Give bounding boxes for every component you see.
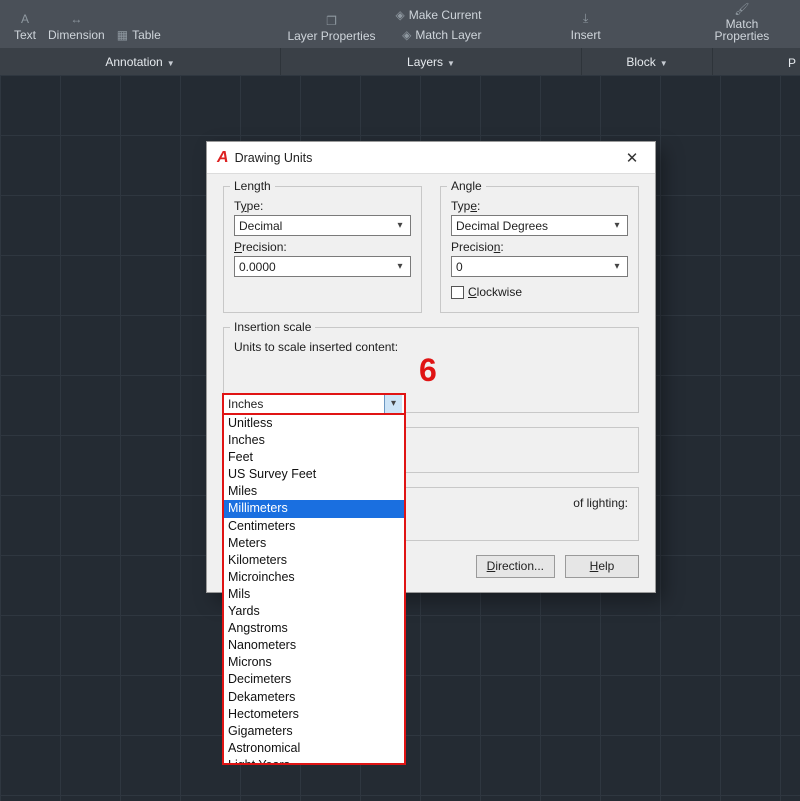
text-icon: A <box>21 12 29 26</box>
chevron-down-icon: ▼ <box>447 59 455 68</box>
ribbon-tool-table[interactable]: ▦ Table <box>111 26 167 44</box>
angle-precision-combo[interactable]: 0 ▾ <box>451 256 628 277</box>
insertion-units-option[interactable]: Light Years <box>224 757 404 765</box>
layers-icon: ❐ <box>326 14 337 28</box>
insertion-units-option[interactable]: Mils <box>224 586 404 603</box>
angle-legend: Angle <box>447 179 486 193</box>
length-precision-label: Precision: <box>234 240 411 254</box>
direction-button[interactable]: Direction... <box>476 555 555 578</box>
chevron-down-icon: ▾ <box>609 261 625 272</box>
dimension-icon: ↔ <box>70 12 82 26</box>
ribbon-tool-match-layer[interactable]: ◈ Match Layer <box>390 26 488 44</box>
insertion-units-option[interactable]: Miles <box>224 483 404 500</box>
match-layer-icon: ◈ <box>402 28 411 42</box>
checkbox-icon <box>451 286 464 299</box>
insertion-units-option[interactable]: Decimeters <box>224 671 404 688</box>
angle-type-combo[interactable]: Decimal Degrees ▾ <box>451 215 628 236</box>
ribbon-tool-text[interactable]: A Text <box>8 12 42 44</box>
insertion-units-option[interactable]: Feet <box>224 449 404 466</box>
insertion-units-option[interactable]: Microns <box>224 654 404 671</box>
ribbon-tool-layer-properties[interactable]: ❐ Layer Properties <box>281 14 381 44</box>
ribbon-toolbar: A Text ↔ Dimension ▦ Table ❐ Layer Prope… <box>0 0 800 48</box>
help-button[interactable]: Help <box>565 555 639 578</box>
ribbon-group-layers[interactable]: Layers▼ <box>281 55 581 69</box>
autocad-logo-icon: A <box>217 149 229 167</box>
angle-precision-label: Precision: <box>451 240 628 254</box>
ribbon-group-block[interactable]: Block▼ <box>582 55 712 69</box>
length-fieldset: Length Type: Decimal ▾ Precision: 0.0000… <box>223 186 422 313</box>
ribbon-group-labels: Annotation▼ Layers▼ Block▼ <box>0 48 800 75</box>
clockwise-checkbox[interactable]: Clockwise <box>451 285 522 299</box>
angle-type-label: Type: <box>451 199 628 213</box>
chevron-down-icon: ▼ <box>167 59 175 68</box>
insertion-units-option[interactable]: Meters <box>224 535 404 552</box>
insertion-units-combo[interactable]: Inches ▾ <box>222 393 406 415</box>
chevron-down-icon: ▾ <box>392 220 408 231</box>
dialog-titlebar[interactable]: A Drawing Units ✕ <box>207 142 655 174</box>
insertion-units-option[interactable]: Angstroms <box>224 620 404 637</box>
insertion-units-option[interactable]: Yards <box>224 603 404 620</box>
insertion-units-option[interactable]: Centimeters <box>224 518 404 535</box>
step-annotation-6: 6 <box>419 352 437 389</box>
insertion-units-option[interactable]: Unitless <box>224 415 404 432</box>
chevron-down-icon: ▾ <box>384 395 402 413</box>
ribbon-tool-match-properties[interactable]: 🖌 Match Properties <box>692 2 792 44</box>
chevron-down-icon: ▾ <box>609 220 625 231</box>
insertion-units-option[interactable]: Nanometers <box>224 637 404 654</box>
ribbon-group-annotation[interactable]: Annotation▼ <box>0 55 280 69</box>
insert-icon: ⤓ <box>583 11 588 26</box>
ribbon-tool-insert[interactable]: ⤓ Insert <box>565 11 607 44</box>
insertion-units-option[interactable]: US Survey Feet <box>224 466 404 483</box>
make-current-icon: ◈ <box>396 8 405 22</box>
match-props-icon: 🖌 <box>734 2 749 16</box>
ribbon-group-partial-right: P <box>784 52 800 74</box>
insertion-units-option[interactable]: Astronomical <box>224 740 404 757</box>
close-button[interactable]: ✕ <box>617 149 647 167</box>
chevron-down-icon: ▼ <box>660 59 668 68</box>
insertion-units-option[interactable]: Gigameters <box>224 723 404 740</box>
insertion-units-option[interactable]: Dekameters <box>224 689 404 706</box>
insertion-units-option[interactable]: Inches <box>224 432 404 449</box>
insertion-scale-legend: Insertion scale <box>230 320 315 334</box>
length-type-label: Type: <box>234 199 411 213</box>
length-precision-combo[interactable]: 0.0000 ▾ <box>234 256 411 277</box>
separator <box>712 48 713 75</box>
ribbon-tool-make-current[interactable]: ◈ Make Current <box>390 6 488 24</box>
angle-fieldset: Angle Type: Decimal Degrees ▾ Precision:… <box>440 186 639 313</box>
ribbon-tool-dimension[interactable]: ↔ Dimension <box>42 12 111 44</box>
insertion-units-dropdown-list[interactable]: UnitlessInchesFeetUS Survey FeetMilesMil… <box>222 415 406 765</box>
insertion-units-option[interactable]: Kilometers <box>224 552 404 569</box>
lighting-label-fragment: of lighting: <box>573 496 628 510</box>
insertion-units-option[interactable]: Hectometers <box>224 706 404 723</box>
length-legend: Length <box>230 179 275 193</box>
table-icon: ▦ <box>117 28 128 42</box>
dialog-title: Drawing Units <box>235 151 617 165</box>
chevron-down-icon: ▾ <box>392 261 408 272</box>
insertion-units-option[interactable]: Microinches <box>224 569 404 586</box>
length-type-combo[interactable]: Decimal ▾ <box>234 215 411 236</box>
insertion-units-option[interactable]: Millimeters <box>224 500 404 517</box>
